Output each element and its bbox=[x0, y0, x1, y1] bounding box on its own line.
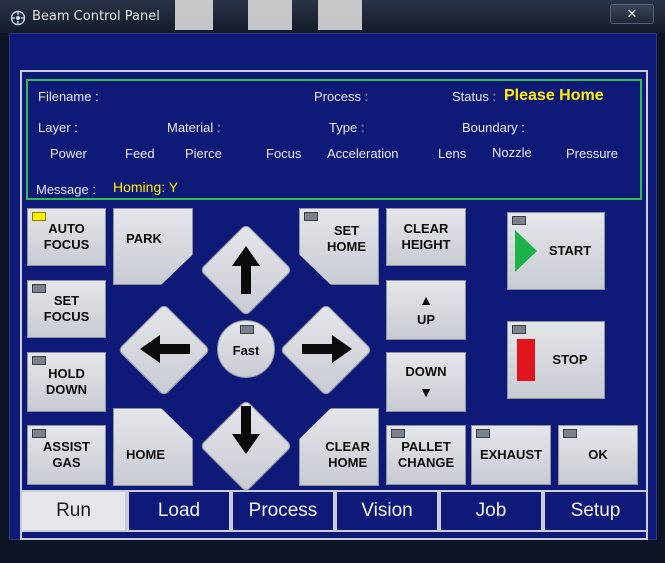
tab-vision[interactable]: Vision bbox=[335, 490, 439, 532]
app-window: Beam Control Panel ✕ Filename : Process … bbox=[0, 0, 665, 563]
indicator-led bbox=[391, 429, 405, 438]
clear-height-button[interactable]: CLEAR HEIGHT bbox=[386, 208, 466, 266]
indicator-led bbox=[512, 216, 526, 225]
tab-process[interactable]: Process bbox=[231, 490, 335, 532]
arrow-up-icon bbox=[232, 246, 260, 294]
column-pressure: Pressure bbox=[566, 146, 619, 161]
close-icon: ✕ bbox=[626, 6, 638, 21]
fast-toggle-button[interactable]: Fast bbox=[217, 320, 275, 378]
play-icon bbox=[515, 230, 537, 272]
indicator-led bbox=[32, 356, 46, 365]
tab-job[interactable]: Job bbox=[439, 490, 543, 532]
arrow-left-icon bbox=[140, 335, 190, 363]
tab-load[interactable]: Load bbox=[127, 490, 231, 532]
indicator-led bbox=[32, 212, 46, 221]
indicator-led bbox=[32, 284, 46, 293]
indicator-led bbox=[32, 429, 46, 438]
down-button[interactable]: DOWN ▼ bbox=[386, 352, 466, 412]
message-value: Homing: Y bbox=[113, 179, 179, 195]
column-acceleration: Acceleration bbox=[327, 146, 399, 161]
column-pierce: Pierce bbox=[185, 146, 222, 161]
indicator-led bbox=[563, 429, 577, 438]
process-label: Process : bbox=[314, 89, 369, 104]
app-icon bbox=[10, 10, 26, 26]
message-label: Message : bbox=[36, 182, 96, 197]
material-label: Material : bbox=[167, 120, 221, 135]
background-window-fragment bbox=[318, 0, 362, 30]
column-focus: Focus bbox=[266, 146, 302, 161]
pallet-change-button[interactable]: PALLET CHANGE bbox=[386, 425, 466, 485]
set-focus-button[interactable]: SET FOCUS bbox=[27, 280, 106, 338]
column-lens: Lens bbox=[438, 146, 467, 161]
status-label: Status : bbox=[452, 89, 497, 104]
column-feed: Feed bbox=[125, 146, 155, 161]
start-button[interactable]: START bbox=[507, 212, 605, 290]
tab-run[interactable]: Run bbox=[20, 490, 127, 532]
window-title: Beam Control Panel bbox=[32, 9, 160, 24]
tab-setup[interactable]: Setup bbox=[543, 490, 648, 532]
assist-gas-button[interactable]: ASSIST GAS bbox=[27, 425, 106, 485]
triangle-up-icon: ▲ bbox=[419, 292, 433, 308]
arrow-down-icon bbox=[232, 406, 260, 454]
ok-button[interactable]: OK bbox=[558, 425, 638, 485]
title-bar: Beam Control Panel ✕ bbox=[0, 0, 665, 33]
indicator-led bbox=[476, 429, 490, 438]
background-window-fragment bbox=[248, 0, 292, 30]
hold-down-button[interactable]: HOLD DOWN bbox=[27, 352, 106, 412]
column-nozzle: Nozzle bbox=[492, 145, 532, 160]
filename-label: Filename : bbox=[38, 89, 99, 104]
type-label: Type : bbox=[329, 120, 365, 135]
column-power: Power bbox=[50, 146, 87, 161]
triangle-down-icon: ▼ bbox=[419, 384, 433, 400]
tab-bar: Run Load Process Vision Job Setup bbox=[20, 490, 648, 532]
stop-icon bbox=[517, 339, 535, 381]
status-value: Please Home bbox=[504, 87, 604, 104]
close-button[interactable]: ✕ bbox=[610, 4, 654, 24]
layer-label: Layer : bbox=[38, 120, 78, 135]
boundary-label: Boundary : bbox=[462, 120, 525, 135]
arrow-right-icon bbox=[302, 335, 352, 363]
exhaust-button[interactable]: EXHAUST bbox=[471, 425, 551, 485]
indicator-led bbox=[304, 212, 318, 221]
auto-focus-button[interactable]: AUTO FOCUS bbox=[27, 208, 106, 266]
background-window-fragment bbox=[175, 0, 213, 30]
stop-button[interactable]: STOP bbox=[507, 321, 605, 399]
indicator-led bbox=[240, 325, 254, 334]
indicator-led bbox=[512, 325, 526, 334]
up-button[interactable]: ▲ UP bbox=[386, 280, 466, 340]
